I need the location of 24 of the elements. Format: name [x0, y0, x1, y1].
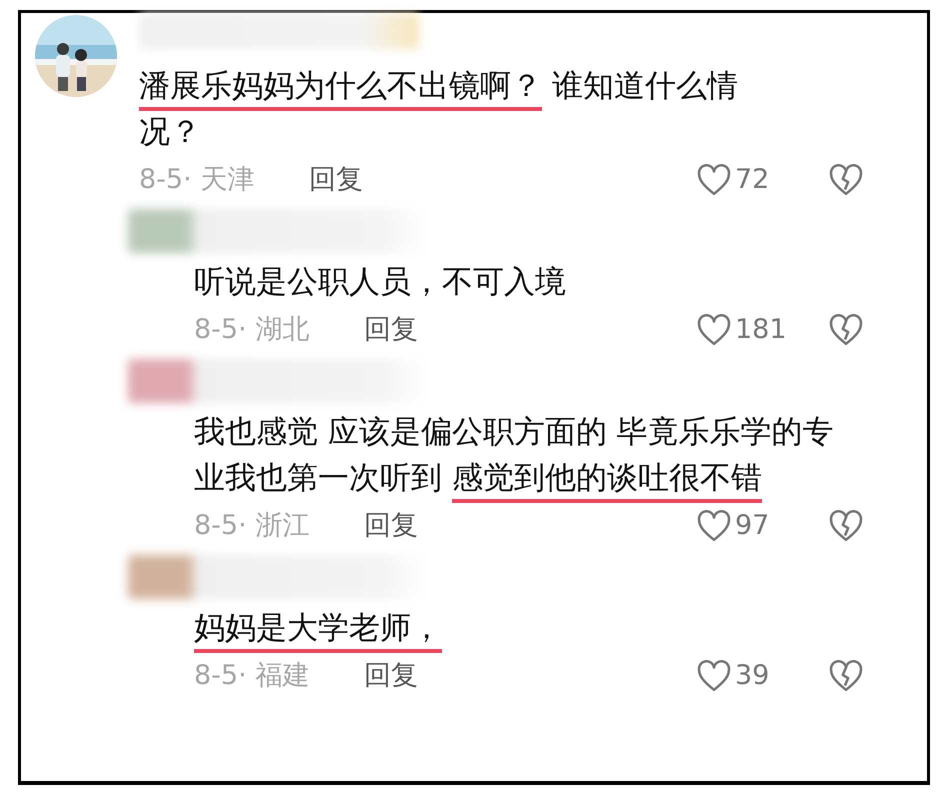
reply-button[interactable]: 回复 [364, 310, 418, 350]
reply-button[interactable]: 回复 [364, 506, 418, 546]
dislike-icon[interactable] [829, 660, 863, 692]
like-count: 97 [735, 508, 770, 543]
like-icon[interactable] [697, 314, 731, 346]
like-icon[interactable] [697, 164, 731, 196]
comment-text: 听说是公职人员，不可入境 [194, 263, 567, 302]
comment-text: 潘展乐妈妈为什么不出镜啊？ 谁知道什么情况？ [139, 67, 739, 152]
dislike-icon[interactable] [829, 510, 863, 542]
dislike-icon[interactable] [829, 164, 863, 196]
like-icon[interactable] [697, 510, 731, 542]
comment-text: 我也感觉 应该是偏公职方面的 毕竟乐乐学的专业我也第一次听到 感觉到他的谈吐很不错 [194, 409, 844, 501]
dislike-icon[interactable] [829, 314, 863, 346]
comment-date: 8-5· 浙江 [194, 508, 310, 543]
reply-button[interactable]: 回复 [364, 656, 418, 696]
comment-date: 8-5· 福建 [194, 658, 310, 693]
comment-date: 8-5· 天津 [139, 162, 256, 197]
like-icon[interactable] [697, 660, 731, 692]
like-count: 39 [735, 658, 770, 693]
like-count: 181 [735, 312, 787, 347]
comment-date: 8-5· 湖北 [194, 312, 310, 347]
like-count: 72 [735, 162, 770, 197]
reply-button[interactable]: 回复 [309, 160, 363, 200]
comment-text: 妈妈是大学老师， [194, 605, 844, 651]
